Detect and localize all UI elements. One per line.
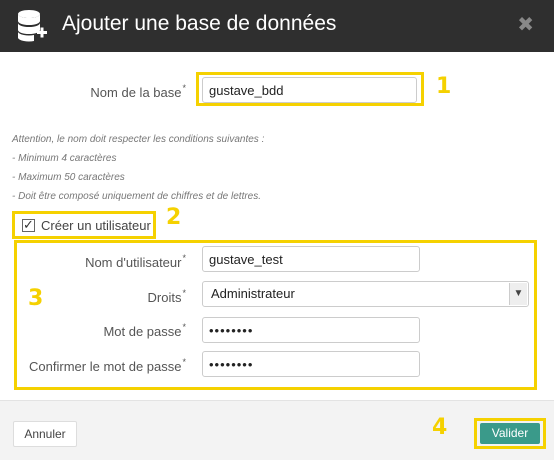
db-name-input[interactable]: [202, 77, 417, 103]
confirm-password-input[interactable]: [202, 351, 420, 377]
dialog-footer: Annuler 4 Valider: [0, 400, 554, 460]
rights-label: Droits*: [147, 288, 186, 305]
annotation-number-2: 2: [166, 205, 182, 230]
rights-select[interactable]: Administrateur ▼: [202, 281, 529, 307]
db-name-label: Nom de la base*: [90, 83, 186, 100]
validate-button[interactable]: Valider: [480, 423, 540, 444]
rights-selected-value: Administrateur: [211, 286, 295, 301]
cancel-button[interactable]: Annuler: [13, 421, 77, 447]
database-add-icon: [18, 10, 47, 42]
annotation-number-4: 4: [432, 415, 448, 440]
password-label: Mot de passe*: [103, 322, 186, 339]
close-icon[interactable]: ✖: [517, 15, 534, 35]
username-label: Nom d'utilisateur*: [85, 253, 186, 270]
name-rules-intro: Attention, le nom doit respecter les con…: [12, 134, 265, 145]
username-input[interactable]: [202, 246, 420, 272]
dialog-title: Ajouter une base de données: [62, 12, 337, 35]
create-user-label[interactable]: Créer un utilisateur: [41, 218, 151, 233]
dialog-header: Ajouter une base de données ✖: [0, 0, 554, 52]
confirm-password-label: Confirmer le mot de passe*: [29, 357, 186, 374]
chevron-down-icon[interactable]: ▼: [509, 283, 527, 305]
create-user-checkbox[interactable]: [22, 217, 35, 233]
dialog-body: Nom de la base* 1 Attention, le nom doit…: [0, 52, 554, 400]
name-rule: - Maximum 50 caractères: [12, 172, 125, 183]
annotation-number-3: 3: [28, 286, 44, 311]
annotation-number-1: 1: [436, 74, 452, 99]
name-rule: - Doit être composé uniquement de chiffr…: [12, 191, 262, 202]
name-rule: - Minimum 4 caractères: [12, 153, 117, 164]
password-input[interactable]: [202, 317, 420, 343]
